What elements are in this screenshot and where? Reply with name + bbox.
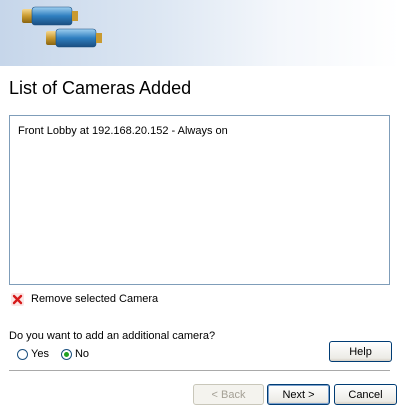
radio-yes[interactable]: Yes (17, 348, 49, 360)
header-banner (0, 0, 400, 66)
next-button[interactable]: Next > (267, 384, 330, 405)
camera-list[interactable]: Front Lobby at 192.168.20.152 - Always o… (9, 115, 390, 285)
add-camera-question: Do you want to add an additional camera? (9, 330, 216, 342)
remove-camera-button[interactable]: Remove selected Camera (11, 292, 158, 306)
add-camera-options: Yes No (17, 348, 101, 360)
divider (9, 370, 390, 371)
radio-no-button[interactable] (60, 348, 72, 360)
back-button[interactable]: < Back (193, 384, 264, 405)
remove-camera-label: Remove selected Camera (31, 293, 159, 305)
list-item[interactable]: Front Lobby at 192.168.20.152 - Always o… (18, 125, 228, 137)
radio-yes-button[interactable] (17, 348, 28, 360)
help-button[interactable]: Help (329, 341, 392, 362)
camera-icon (46, 28, 102, 48)
radio-no[interactable]: No (60, 348, 90, 360)
radio-no-label: No (74, 348, 90, 360)
red-x-icon (11, 292, 24, 306)
page-title: List of Cameras Added (9, 78, 192, 98)
cancel-button[interactable]: Cancel (334, 384, 397, 405)
radio-yes-label: Yes (31, 348, 49, 360)
